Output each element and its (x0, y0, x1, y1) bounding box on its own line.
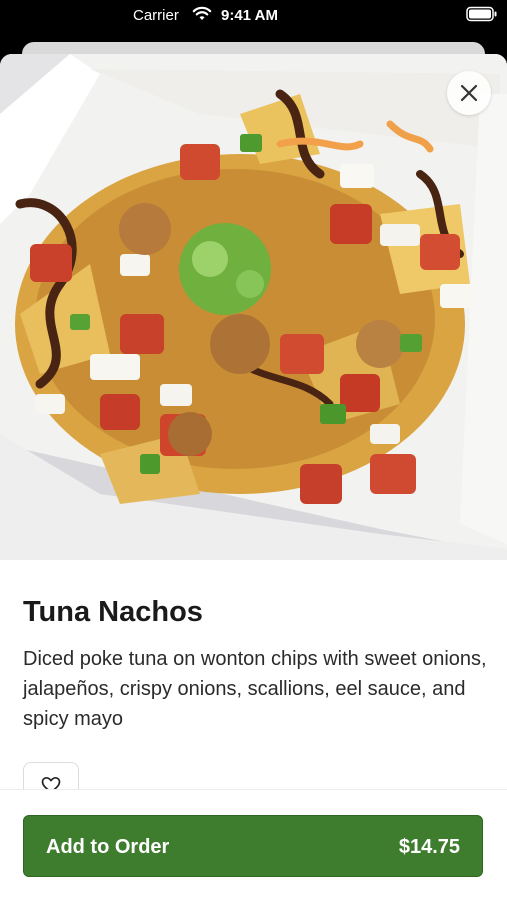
item-detail-sheet: Tuna Nachos Diced poke tuna on wonton ch… (0, 54, 507, 900)
item-description: Diced poke tuna on wonton chips with swe… (23, 648, 487, 730)
item-title: Tuna Nachos (23, 596, 203, 628)
wifi-icon (192, 6, 212, 22)
food-photo (0, 54, 507, 560)
order-footer: Add to Order $14.75 (0, 789, 507, 900)
app-screen: Carrier 9:41 AM Tuna Nachos Diced poke t… (0, 0, 507, 900)
status-bar: Carrier 9:41 AM (0, 0, 507, 32)
add-to-order-button[interactable]: Add to Order $14.75 (23, 815, 483, 877)
add-to-order-label: Add to Order (46, 836, 170, 858)
close-icon (460, 84, 478, 102)
battery-icon (466, 6, 498, 22)
carrier-label: Carrier (133, 7, 179, 24)
close-button[interactable] (447, 71, 491, 115)
item-price: $14.75 (398, 836, 460, 858)
clock-label: 9:41 AM (221, 7, 278, 24)
